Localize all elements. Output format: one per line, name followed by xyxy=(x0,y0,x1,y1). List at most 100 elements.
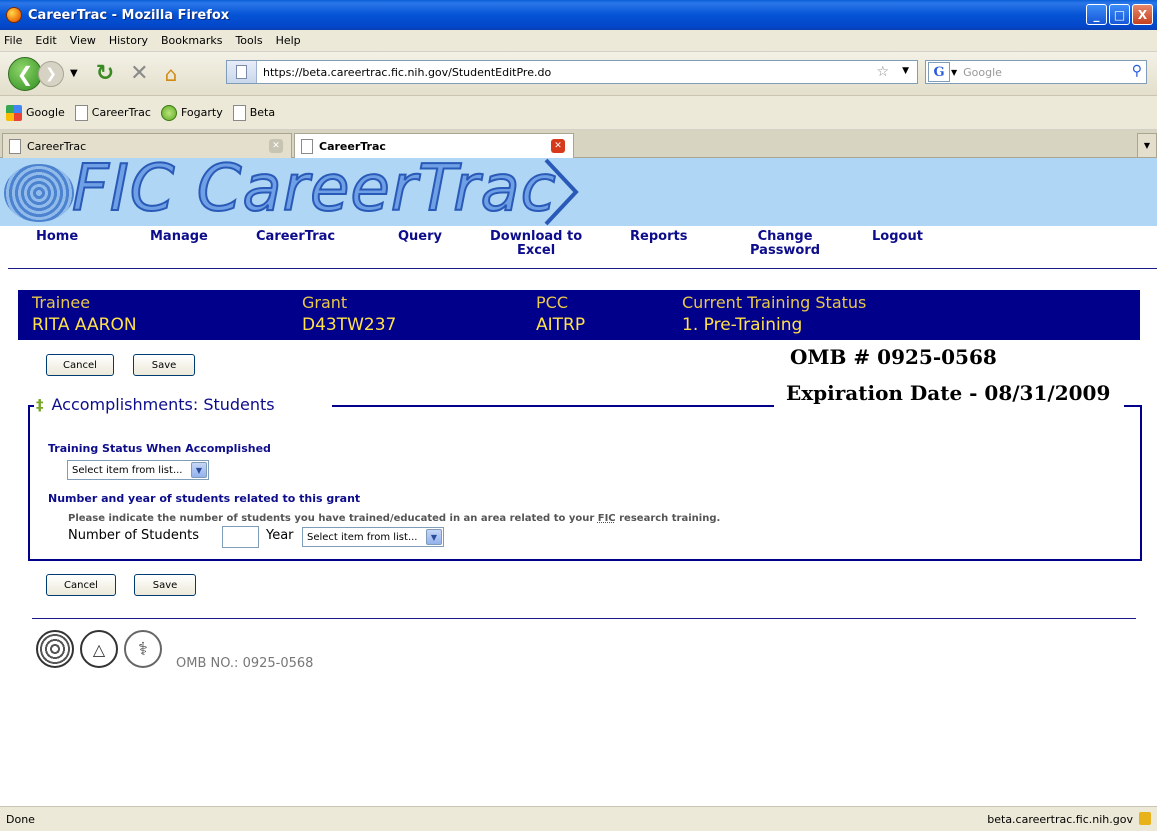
omb-expiration: Expiration Date - 08/31/2009 xyxy=(786,381,1111,405)
minimize-button[interactable]: _ xyxy=(1086,4,1107,25)
menu-bar: File Edit View History Bookmarks Tools H… xyxy=(0,30,1157,52)
grant-value: D43TW237 xyxy=(302,315,397,335)
trainee-value: RITA AARON xyxy=(32,315,137,335)
nav-change-password[interactable]: Change Password xyxy=(750,230,820,258)
select-value: Select item from list... xyxy=(307,531,418,543)
bookmark-label: Fogarty xyxy=(180,106,223,119)
search-box[interactable]: G ▼ Google ⚲ xyxy=(925,60,1147,84)
stop-icon[interactable]: ✕ xyxy=(130,61,148,86)
page-icon xyxy=(9,138,21,154)
close-window-button[interactable]: X xyxy=(1132,4,1153,25)
cancel-button-top[interactable]: Cancel xyxy=(46,354,114,376)
menu-view[interactable]: View xyxy=(70,34,96,47)
history-dropdown-icon[interactable]: ▼ xyxy=(70,68,78,79)
status-value: 1. Pre-Training xyxy=(682,315,803,335)
tab-label: CareerTrac xyxy=(319,140,386,153)
search-engine-icon[interactable]: G xyxy=(928,62,950,82)
url-text[interactable]: https://beta.careertrac.fic.nih.gov/Stud… xyxy=(263,66,551,79)
nav-careertrac[interactable]: CareerTrac xyxy=(256,230,335,244)
bookmark-star-icon[interactable]: ☆ xyxy=(876,64,889,80)
search-engine-dropdown-icon[interactable]: ▼ xyxy=(951,68,957,77)
window-title-bar: CareerTrac - Mozilla Firefox _ □ X xyxy=(0,0,1157,30)
tab-bar: CareerTrac ✕ CareerTrac ✕ ▼ xyxy=(0,130,1157,159)
training-status-label: Training Status When Accomplished xyxy=(48,442,271,455)
number-of-students-label: Number of Students xyxy=(68,528,199,543)
fogarty-logo-icon xyxy=(36,630,74,668)
back-button[interactable]: ❮ xyxy=(8,56,42,91)
tab-careertrac-2[interactable]: CareerTrac ✕ xyxy=(294,133,574,159)
bookmark-beta[interactable]: Beta xyxy=(232,104,276,121)
page-icon xyxy=(232,104,246,121)
footer-divider xyxy=(32,618,1136,619)
fieldset-border xyxy=(1124,405,1142,407)
bookmark-fogarty[interactable]: Fogarty xyxy=(160,104,223,121)
nav-divider xyxy=(8,268,1157,269)
menu-bookmarks[interactable]: Bookmarks xyxy=(161,34,222,47)
brand-title: FIC CareerTrac xyxy=(71,158,557,226)
address-bar[interactable]: https://beta.careertrac.fic.nih.gov/Stud… xyxy=(226,60,918,84)
year-select[interactable]: Select item from list... ▼ xyxy=(302,527,444,547)
number-of-students-input[interactable] xyxy=(222,526,259,548)
site-identity-icon[interactable] xyxy=(227,61,257,83)
navigation-toolbar: ❮ ❯ ▼ ↻ ✕ ⌂ https://beta.careertrac.fic.… xyxy=(0,52,1157,96)
training-status-select[interactable]: Select item from list... ▼ xyxy=(67,460,209,480)
fic-abbreviation: FIC xyxy=(597,513,616,524)
bookmark-label: CareerTrac xyxy=(91,106,151,119)
main-navigation: Home Manage CareerTrac Query Download to… xyxy=(0,226,1157,266)
nav-logout[interactable]: Logout xyxy=(872,230,923,244)
maximize-button[interactable]: □ xyxy=(1109,4,1130,25)
bookmark-label: Beta xyxy=(249,106,276,119)
lock-icon[interactable] xyxy=(1139,812,1151,825)
nav-query[interactable]: Query xyxy=(398,230,442,244)
menu-tools[interactable]: Tools xyxy=(235,34,262,47)
pcc-value: AITRP xyxy=(536,315,586,335)
status-label: Current Training Status xyxy=(682,293,867,312)
home-icon[interactable]: ⌂ xyxy=(165,62,178,86)
tab-careertrac-1[interactable]: CareerTrac ✕ xyxy=(2,133,292,158)
save-button-top[interactable]: Save xyxy=(133,354,195,376)
trainee-info-bar: Trainee RITA AARON Grant D43TW237 PCC AI… xyxy=(18,290,1140,340)
chevron-down-icon[interactable]: ▼ xyxy=(191,462,207,478)
note-text: research training. xyxy=(615,513,721,524)
bookmarks-toolbar: Google CareerTrac Fogarty Beta xyxy=(0,96,1157,130)
bookmark-google[interactable]: Google xyxy=(6,104,65,121)
fieldset-border xyxy=(332,405,774,407)
menu-help[interactable]: Help xyxy=(276,34,301,47)
nav-manage[interactable]: Manage xyxy=(150,230,208,244)
list-all-tabs-icon[interactable]: ▼ xyxy=(1137,133,1157,158)
menu-file[interactable]: File xyxy=(4,34,22,47)
search-icon[interactable]: ⚲ xyxy=(1132,63,1142,79)
ribbon-icon: ‡ xyxy=(36,395,44,414)
url-dropdown-icon[interactable]: ▼ xyxy=(902,66,909,76)
page-icon xyxy=(74,104,88,121)
cancel-button-bottom[interactable]: Cancel xyxy=(46,574,116,596)
nav-home[interactable]: Home xyxy=(36,230,78,244)
menu-edit[interactable]: Edit xyxy=(35,34,56,47)
nav-download-excel[interactable]: Download to Excel xyxy=(490,230,582,258)
nav-reports[interactable]: Reports xyxy=(630,230,687,244)
reload-icon[interactable]: ↻ xyxy=(96,61,114,86)
section-title: ‡ Accomplishments: Students xyxy=(36,395,275,414)
fogarty-icon xyxy=(160,104,177,121)
firefox-icon xyxy=(6,7,22,23)
footer-omb: OMB NO.: 0925-0568 xyxy=(176,656,314,671)
fic-globe-logo xyxy=(4,164,74,222)
pcc-label: PCC xyxy=(536,293,568,312)
chevron-down-icon[interactable]: ▼ xyxy=(426,529,442,545)
tab-label: CareerTrac xyxy=(27,139,87,153)
status-bar: Done beta.careertrac.fic.nih.gov xyxy=(0,806,1157,831)
hhs-logo-icon: ⚕ xyxy=(124,630,162,668)
menu-history[interactable]: History xyxy=(109,34,148,47)
section-title-text: Accomplishments: Students xyxy=(51,395,275,414)
bookmark-careertrac[interactable]: CareerTrac xyxy=(74,104,151,121)
bookmark-label: Google xyxy=(26,106,65,119)
search-input[interactable]: Google xyxy=(963,66,1002,79)
year-label: Year xyxy=(266,528,294,543)
close-tab-icon[interactable]: ✕ xyxy=(269,139,283,153)
forward-button[interactable]: ❯ xyxy=(38,60,64,87)
students-label: Number and year of students related to t… xyxy=(48,492,361,505)
save-button-bottom[interactable]: Save xyxy=(134,574,196,596)
trainee-label: Trainee xyxy=(32,293,91,312)
close-tab-icon[interactable]: ✕ xyxy=(551,139,565,153)
chevron-right-icon xyxy=(544,158,579,226)
